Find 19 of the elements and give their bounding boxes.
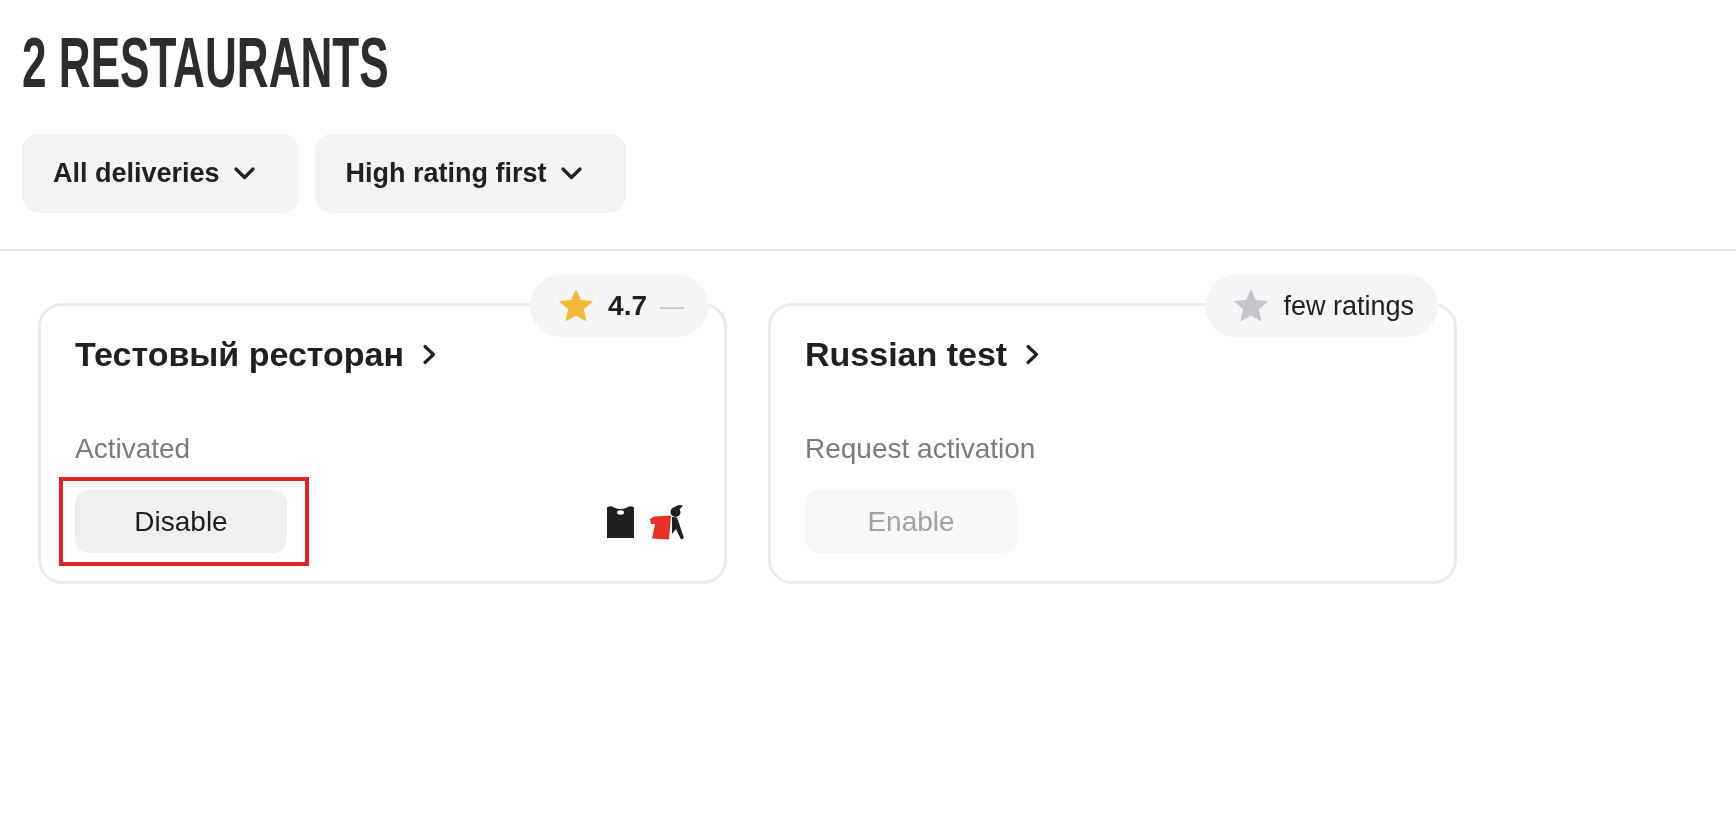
- courier-icon: [650, 503, 684, 540]
- restaurant-name-link[interactable]: Тестовый ресторан: [75, 334, 438, 374]
- star-icon: [557, 288, 596, 324]
- filter-dropdown[interactable]: All deliveries: [22, 134, 299, 213]
- restaurant-name-link[interactable]: Russian test: [805, 334, 1041, 374]
- activation-button[interactable]: Disable: [75, 490, 287, 553]
- chevron-right-icon: [422, 343, 438, 365]
- status-label: Request activation: [805, 433, 1036, 465]
- status-label: Activated: [75, 433, 191, 465]
- page-title: 2 RESTAURANTS: [22, 28, 389, 98]
- chevron-right-icon: [1025, 343, 1041, 365]
- star-icon: [1232, 288, 1271, 324]
- filter-dropdown[interactable]: High rating first: [314, 134, 626, 213]
- bag-icon: [607, 505, 634, 538]
- chevron-down-icon: [233, 167, 255, 180]
- rating-value: 4.7: [608, 290, 647, 322]
- rating-value: few ratings: [1283, 290, 1414, 322]
- trend-dash: —: [660, 291, 684, 321]
- chevron-down-icon: [560, 167, 582, 180]
